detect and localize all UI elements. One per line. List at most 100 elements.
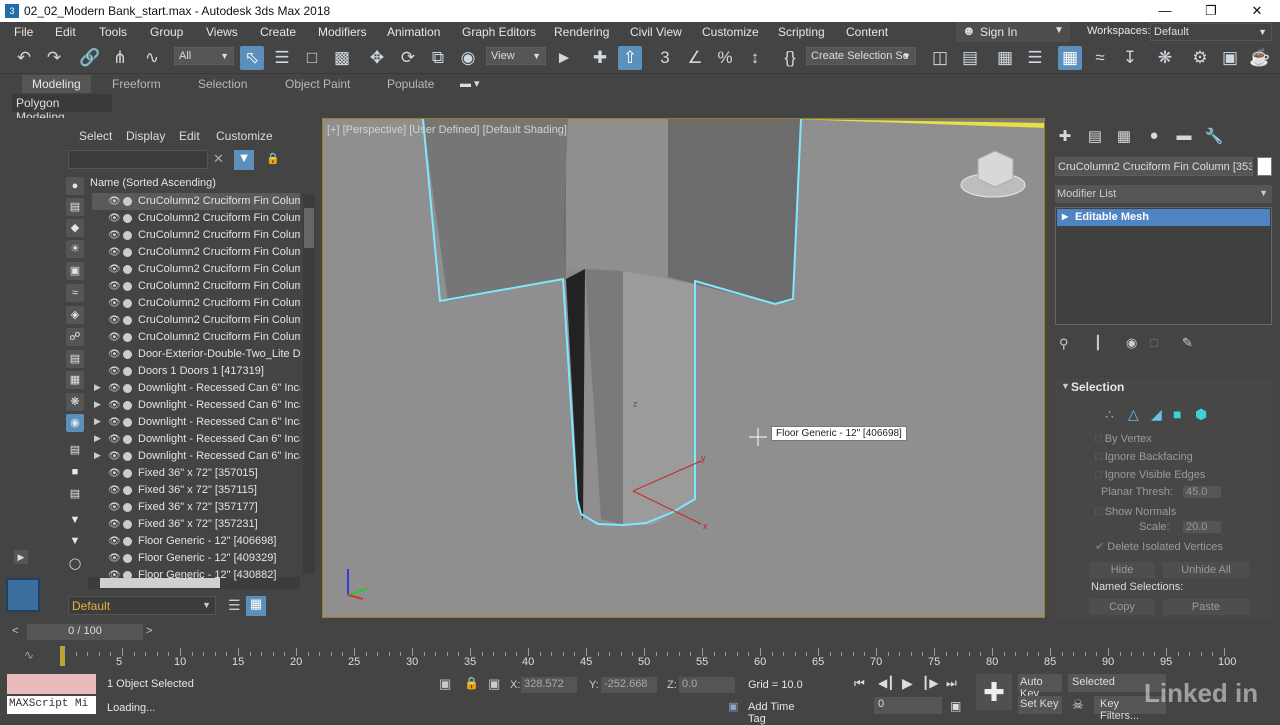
eye-icon[interactable]: 👁 <box>108 400 121 411</box>
freeze-icon[interactable] <box>123 452 132 461</box>
render-icon[interactable]: ☕ <box>1248 46 1272 70</box>
scale-icon[interactable]: ⧉ <box>426 46 450 70</box>
rendered-frame-icon[interactable]: ▣ <box>1218 46 1242 70</box>
restore-icon[interactable]: ❐ <box>1188 0 1234 22</box>
key-filter-icon[interactable]: ☠ <box>1072 697 1084 713</box>
remove-modifier-icon[interactable]: □ <box>1150 335 1158 350</box>
edge-mode-icon[interactable]: △ <box>1128 406 1139 423</box>
eye-icon[interactable]: 👁 <box>108 213 121 224</box>
mirror-icon[interactable]: ◫ <box>928 46 952 70</box>
add-time-tag-button[interactable]: ▣ Add Time Tag <box>724 698 814 725</box>
geometry-icon[interactable]: ▤ <box>66 198 84 216</box>
eye-icon[interactable]: 👁 <box>108 264 121 275</box>
element-mode-icon[interactable]: ⬢ <box>1195 406 1207 423</box>
column-header[interactable]: Name (Sorted Ascending) <box>90 177 216 189</box>
scene-row[interactable]: 👁 CruColumn2 Cruciform Fin Column [3 <box>92 227 300 244</box>
render-setup-icon[interactable]: ⚙ <box>1188 46 1212 70</box>
configure-modifier-sets-icon[interactable]: ✎ <box>1182 335 1193 351</box>
curve-editor-icon[interactable]: ≈ <box>1088 46 1112 70</box>
scene-row[interactable]: 👁 Door-Exterior-Double-Two_Lite Door <box>92 346 300 363</box>
scene-row[interactable]: 👁 Floor Generic - 12" [430882] <box>92 567 300 584</box>
place-icon[interactable]: ◉ <box>456 46 480 70</box>
lock-icon[interactable]: 🔒 <box>266 152 280 165</box>
scene-row[interactable]: ▶ 👁 Downlight - Recessed Can 6" Incand <box>92 380 300 397</box>
unhide-all-button[interactable]: Unhide All <box>1163 562 1249 578</box>
modify-tab-icon[interactable]: ▤ <box>1085 127 1105 147</box>
viewcube[interactable] <box>955 145 1035 201</box>
sort-icon[interactable]: ▼ <box>66 511 84 529</box>
eye-icon[interactable]: 👁 <box>108 366 121 377</box>
display-influences-icon[interactable]: ▤ <box>66 485 84 503</box>
layer-dropdown[interactable]: Default ▼ <box>68 596 216 615</box>
paste-button[interactable]: Paste <box>1163 599 1249 615</box>
display-children-icon[interactable]: ■ <box>66 463 84 481</box>
eye-icon[interactable]: 👁 <box>108 519 121 530</box>
eye-icon[interactable]: 👁 <box>108 570 121 581</box>
object-color-swatch[interactable] <box>1257 157 1272 176</box>
planar-thresh-spinner[interactable]: 45.0 <box>1183 486 1221 498</box>
next-key-icon[interactable]: ┃▶ <box>922 676 938 690</box>
eye-icon[interactable]: 👁 <box>108 417 121 428</box>
scene-menu-select[interactable]: Select <box>79 129 112 143</box>
freeze-icon[interactable] <box>123 350 132 359</box>
copy-button[interactable]: Copy <box>1089 599 1155 615</box>
invert-display-icon[interactable]: ▤ <box>66 441 84 459</box>
scene-menu-customize[interactable]: Customize <box>216 129 273 143</box>
display-layers-icon[interactable]: ◯ <box>66 555 84 573</box>
freeze-icon[interactable] <box>123 265 132 274</box>
freeze-icon[interactable] <box>123 197 132 206</box>
layer-explorer-icon[interactable]: ☰ <box>1023 46 1047 70</box>
freeze-icon[interactable] <box>123 554 132 563</box>
maxscript-listener[interactable] <box>7 674 96 694</box>
use-pivot-icon[interactable]: ► <box>552 46 576 70</box>
ignore-visible-edges-checkbox[interactable]: □ Ignore Visible Edges <box>1095 469 1205 481</box>
freeze-icon[interactable] <box>123 299 132 308</box>
menu-tools[interactable]: Tools <box>99 25 127 39</box>
eye-icon[interactable]: 👁 <box>108 383 121 394</box>
eye-icon[interactable]: 👁 <box>108 536 121 547</box>
hierarchy-icon[interactable]: ▦ <box>246 596 266 616</box>
eye-icon[interactable]: 👁 <box>108 298 121 309</box>
auto-key-button[interactable]: Auto Key <box>1018 674 1062 700</box>
expand-arrow-icon[interactable]: ▶ <box>1062 212 1068 221</box>
bones-icon[interactable]: ☍ <box>66 328 84 346</box>
freeze-icon[interactable] <box>123 214 132 223</box>
scrollbar-thumb[interactable] <box>304 208 314 248</box>
menu-edit[interactable]: Edit <box>55 25 76 39</box>
scene-row[interactable]: 👁 CruColumn2 Cruciform Fin Column [3 <box>92 210 300 227</box>
reference-coordinate-dropdown[interactable]: View ▼ <box>486 47 546 65</box>
hide-button[interactable]: Hide <box>1089 562 1155 578</box>
select-manipulate-icon[interactable]: ✚ <box>588 46 612 70</box>
object-name-field[interactable]: CruColumn2 Cruciform Fin Column [353618 <box>1055 157 1253 176</box>
scene-row[interactable]: 👁 CruColumn2 Cruciform Fin Column [3 <box>92 329 300 346</box>
polygon-modeling-panel[interactable]: Polygon Modeling <box>12 94 112 124</box>
percent-snap-icon[interactable]: % <box>713 46 737 70</box>
eye-icon[interactable]: 👁 <box>108 468 121 479</box>
display-none-icon[interactable]: ● <box>66 177 84 195</box>
filter-icon[interactable]: ▼ <box>234 150 254 170</box>
scene-row[interactable]: 👁 Floor Generic - 12" [406698] <box>92 533 300 550</box>
freeze-icon[interactable] <box>123 282 132 291</box>
eye-icon[interactable]: 👁 <box>108 451 121 462</box>
create-tab-icon[interactable]: ✚ <box>1055 127 1075 147</box>
display-all-icon[interactable]: ◉ <box>66 414 84 432</box>
isolate-selection-icon[interactable]: ▣ <box>439 676 451 692</box>
maxscript-input[interactable]: MAXScript Mi <box>7 696 96 714</box>
ignore-backfacing-checkbox[interactable]: □ Ignore Backfacing <box>1095 451 1193 463</box>
scene-row[interactable]: ▶ 👁 Downlight - Recessed Can 6" Incand <box>92 397 300 414</box>
freeze-icon[interactable] <box>123 367 132 376</box>
expand-icon[interactable]: ▶ <box>14 550 28 564</box>
clear-search-icon[interactable]: ✕ <box>213 151 224 167</box>
redo-icon[interactable]: ↷ <box>42 46 66 70</box>
scene-row[interactable]: ▶ 👁 Downlight - Recessed Can 6" Incand <box>92 431 300 448</box>
eye-icon[interactable]: 👁 <box>108 553 121 564</box>
stack-item-editable-mesh[interactable]: ▶ Editable Mesh <box>1057 209 1270 226</box>
scene-menu-edit[interactable]: Edit <box>179 129 200 143</box>
scene-row[interactable]: 👁 CruColumn2 Cruciform Fin Column [3 <box>92 278 300 295</box>
tab-object-paint[interactable]: Object Paint <box>285 77 350 91</box>
bind-space-warp-icon[interactable]: ∿ <box>140 46 164 70</box>
freeze-icon[interactable] <box>123 571 132 580</box>
set-key-button[interactable]: Set Key <box>1018 696 1062 714</box>
minimize-icon[interactable]: — <box>1142 0 1188 22</box>
filter-funnel-icon[interactable]: ▼ <box>66 532 84 550</box>
